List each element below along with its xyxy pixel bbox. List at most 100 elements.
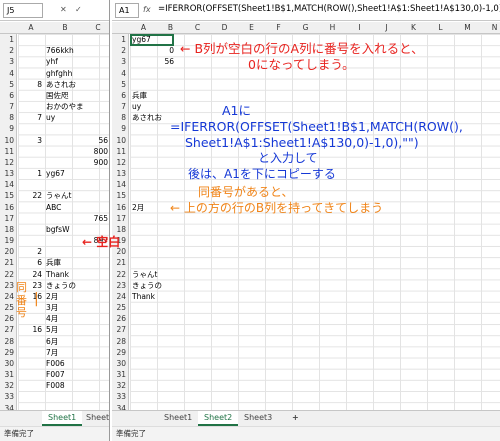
row-header[interactable]: 6 — [0, 90, 16, 101]
cell-27b[interactable]: 5月 — [46, 324, 58, 335]
tab-sheet1[interactable]: Sheet1 — [158, 411, 198, 426]
row-header[interactable]: 20 — [0, 246, 16, 257]
cell-21a[interactable]: 6 — [18, 257, 42, 268]
row-header[interactable]: 10 — [112, 135, 128, 146]
row-header[interactable]: 21 — [0, 257, 16, 268]
row-header[interactable]: 3 — [0, 56, 16, 67]
row-header[interactable]: 18 — [112, 224, 128, 235]
cell-22a[interactable]: 24 — [18, 269, 42, 280]
row-header[interactable]: 5 — [0, 79, 16, 90]
name-box[interactable]: A1 — [115, 3, 139, 18]
cell-24a[interactable]: Thank — [132, 291, 155, 302]
tab-sheet1[interactable]: Sheet1 — [42, 411, 83, 426]
confirm-icon[interactable]: ✓ — [75, 5, 82, 14]
row-header[interactable]: 10 — [0, 135, 16, 146]
row-header[interactable]: 11 — [0, 146, 16, 157]
cell-12b[interactable]: 900 — [44, 157, 108, 168]
cell-2a[interactable]: 0 — [130, 45, 174, 56]
cell-31b[interactable]: F007 — [46, 369, 65, 380]
cell-32b[interactable]: F008 — [46, 380, 65, 391]
row-header[interactable]: 27 — [112, 324, 128, 335]
col-header[interactable]: H — [319, 23, 346, 32]
formula-input[interactable]: =IFERROR(OFFSET(Sheet1!B$1,MATCH(ROW(),S… — [158, 4, 500, 14]
cell-13a[interactable]: 1 — [18, 168, 42, 179]
row-header[interactable]: 28 — [0, 336, 16, 347]
fx-icon[interactable]: fx — [143, 5, 151, 14]
col-header[interactable]: E — [238, 23, 265, 32]
col-header[interactable]: C — [86, 23, 109, 32]
row-header[interactable]: 16 — [0, 202, 16, 213]
row-header[interactable]: 7 — [112, 101, 128, 112]
col-header[interactable]: M — [454, 23, 481, 32]
row-header[interactable]: 1 — [112, 34, 128, 45]
row-header[interactable]: 12 — [0, 157, 16, 168]
row-header[interactable]: 15 — [112, 190, 128, 201]
row-header[interactable]: 14 — [112, 179, 128, 190]
cell-8b[interactable]: uy — [46, 112, 55, 123]
row-header[interactable]: 7 — [0, 101, 16, 112]
cell-29b[interactable]: 7月 — [46, 347, 58, 358]
cell-22a[interactable]: うゃんt — [132, 269, 157, 280]
row-header[interactable]: 3 — [112, 56, 128, 67]
row-header[interactable]: 1 — [0, 34, 16, 45]
tab-sheet3[interactable]: Sheet3 — [238, 411, 278, 426]
col-header[interactable]: N — [481, 23, 500, 32]
cell-2b[interactable]: 766kkh — [46, 45, 74, 56]
cell-6b[interactable]: 国佐咫 — [46, 90, 69, 101]
cell-22b[interactable]: Thank — [46, 269, 69, 280]
col-header[interactable]: A — [130, 23, 157, 32]
row-header[interactable]: 18 — [0, 224, 16, 235]
cell-18b[interactable]: bgfsW — [46, 224, 70, 235]
cell-8a[interactable]: あされお — [132, 112, 162, 123]
row-header[interactable]: 8 — [112, 112, 128, 123]
row-header[interactable]: 16 — [112, 202, 128, 213]
col-header[interactable]: B — [44, 23, 86, 32]
row-header[interactable]: 30 — [0, 358, 16, 369]
row-header[interactable]: 31 — [0, 369, 16, 380]
cell-28b[interactable]: 6月 — [46, 336, 58, 347]
row-header[interactable]: 33 — [112, 391, 128, 402]
row-header[interactable]: 13 — [112, 168, 128, 179]
cell-5a[interactable]: 8 — [18, 79, 42, 90]
col-header[interactable]: D — [211, 23, 238, 32]
cell-15a[interactable]: 22 — [18, 190, 42, 201]
cell-17b[interactable]: 765 — [44, 213, 108, 224]
cell-20a[interactable]: 2 — [18, 246, 42, 257]
col-header[interactable]: J — [373, 23, 400, 32]
cell-16b[interactable]: ABC — [46, 202, 61, 213]
row-header[interactable]: 11 — [112, 146, 128, 157]
col-header[interactable]: L — [427, 23, 454, 32]
row-header[interactable]: 12 — [112, 157, 128, 168]
row-header[interactable]: 32 — [0, 380, 16, 391]
row-header[interactable]: 21 — [112, 257, 128, 268]
add-sheet-button[interactable]: + — [286, 411, 305, 426]
cell-21b[interactable]: 兵庫 — [46, 257, 61, 268]
row-header[interactable]: 26 — [0, 313, 16, 324]
tab-sheet2[interactable]: Sheet2 — [198, 411, 239, 426]
row-header[interactable]: 24 — [0, 291, 16, 302]
active-cell-a1[interactable] — [130, 34, 174, 46]
row-header[interactable]: 30 — [112, 358, 128, 369]
cell-23b[interactable]: きょうの — [46, 280, 76, 291]
row-header[interactable]: 32 — [112, 380, 128, 391]
cell-13b[interactable]: yg67 — [46, 168, 65, 179]
cell-3b[interactable]: yhf — [46, 56, 58, 67]
col-header[interactable]: G — [292, 23, 319, 32]
row-header[interactable]: 22 — [112, 269, 128, 280]
cell-26b[interactable]: 4月 — [46, 313, 58, 324]
row-header[interactable]: 17 — [112, 213, 128, 224]
name-box[interactable]: J5 — [3, 3, 43, 18]
col-header[interactable]: F — [265, 23, 292, 32]
cell-grid[interactable]: yg67 0 56 兵庫 uy あされお 2月 うゃんt きょうの Thank — [130, 34, 500, 410]
row-header[interactable]: 19 — [0, 235, 16, 246]
row-header[interactable]: 24 — [112, 291, 128, 302]
cell-6a[interactable]: 兵庫 — [132, 90, 147, 101]
row-header[interactable]: 29 — [112, 347, 128, 358]
cell-grid[interactable]: 766kkh yhf ghfghh 8 あされお 国佐咫 おかのやま 7 uy 3 56 800 900… — [18, 34, 109, 410]
row-header[interactable]: 15 — [0, 190, 16, 201]
col-header[interactable]: I — [346, 23, 373, 32]
row-header[interactable]: 23 — [112, 280, 128, 291]
cell-10a[interactable]: 3 — [18, 135, 42, 146]
cell-15b[interactable]: うゃんt — [46, 190, 71, 201]
row-header[interactable]: 33 — [0, 391, 16, 402]
